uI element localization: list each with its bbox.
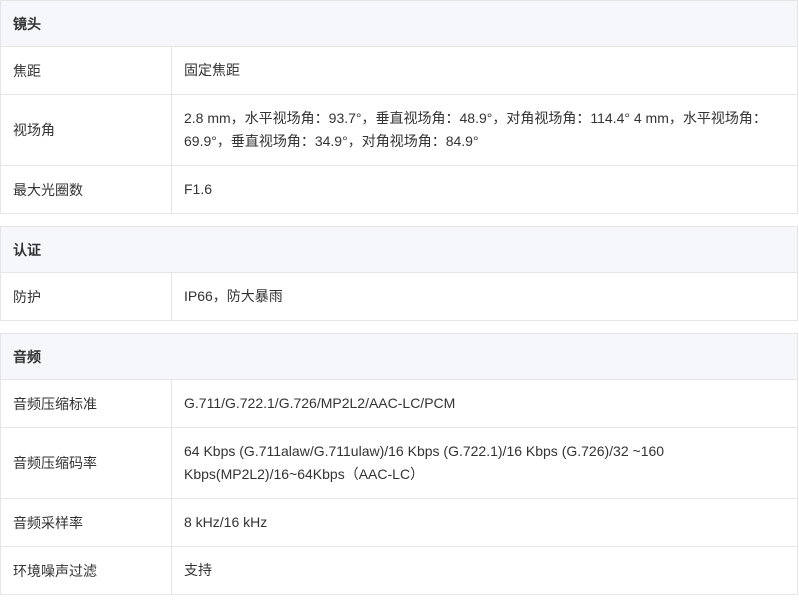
spec-section-lens: 镜头 焦距 固定焦距 视场角 2.8 mm，水平视场角：93.7°，垂直视场角：…: [0, 0, 798, 214]
table-row: 最大光圈数 F1.6: [1, 166, 797, 214]
row-value: 2.8 mm，水平视场角：93.7°，垂直视场角：48.9°，对角视场角：114…: [184, 110, 767, 149]
table-row: 视场角 2.8 mm，水平视场角：93.7°，垂直视场角：48.9°，对角视场角…: [1, 95, 797, 166]
table-row: 音频压缩标准 G.711/G.722.1/G.726/MP2L2/AAC-LC/…: [1, 380, 797, 428]
spec-section-audio: 音频 音频压缩标准 G.711/G.722.1/G.726/MP2L2/AAC-…: [0, 333, 798, 595]
row-value: F1.6: [184, 181, 213, 197]
row-value: 支持: [184, 562, 212, 578]
row-value: G.711/G.722.1/G.726/MP2L2/AAC-LC/PCM: [184, 395, 456, 411]
row-value: IP66，防大暴雨: [184, 288, 283, 304]
row-label: 视场角: [1, 95, 172, 165]
spec-section-certification: 认证 防护 IP66，防大暴雨: [0, 226, 798, 321]
table-row: 防护 IP66，防大暴雨: [1, 273, 797, 321]
row-value: 8 kHz/16 kHz: [184, 514, 268, 530]
table-row: 环境噪声过滤 支持: [1, 547, 797, 595]
row-label: 音频压缩标准: [1, 380, 172, 427]
row-value: 固定焦距: [184, 62, 240, 78]
row-label: 防护: [1, 273, 172, 320]
row-label: 最大光圈数: [1, 166, 172, 213]
section-title: 镜头: [1, 1, 797, 47]
row-label: 音频压缩码率: [1, 428, 172, 498]
row-label: 焦距: [1, 47, 172, 94]
section-title: 认证: [1, 227, 797, 273]
row-label: 环境噪声过滤: [1, 547, 172, 594]
row-value: 64 Kbps (G.711alaw/G.711ulaw)/16 Kbps (G…: [184, 443, 665, 482]
table-row: 焦距 固定焦距: [1, 47, 797, 95]
row-label: 音频采样率: [1, 499, 172, 546]
section-title: 音频: [1, 334, 797, 380]
table-row: 音频采样率 8 kHz/16 kHz: [1, 499, 797, 547]
table-row: 音频压缩码率 64 Kbps (G.711alaw/G.711ulaw)/16 …: [1, 428, 797, 499]
section-gap: [0, 214, 798, 226]
spec-page: 镜头 焦距 固定焦距 视场角 2.8 mm，水平视场角：93.7°，垂直视场角：…: [0, 0, 798, 600]
section-gap: [0, 321, 798, 333]
